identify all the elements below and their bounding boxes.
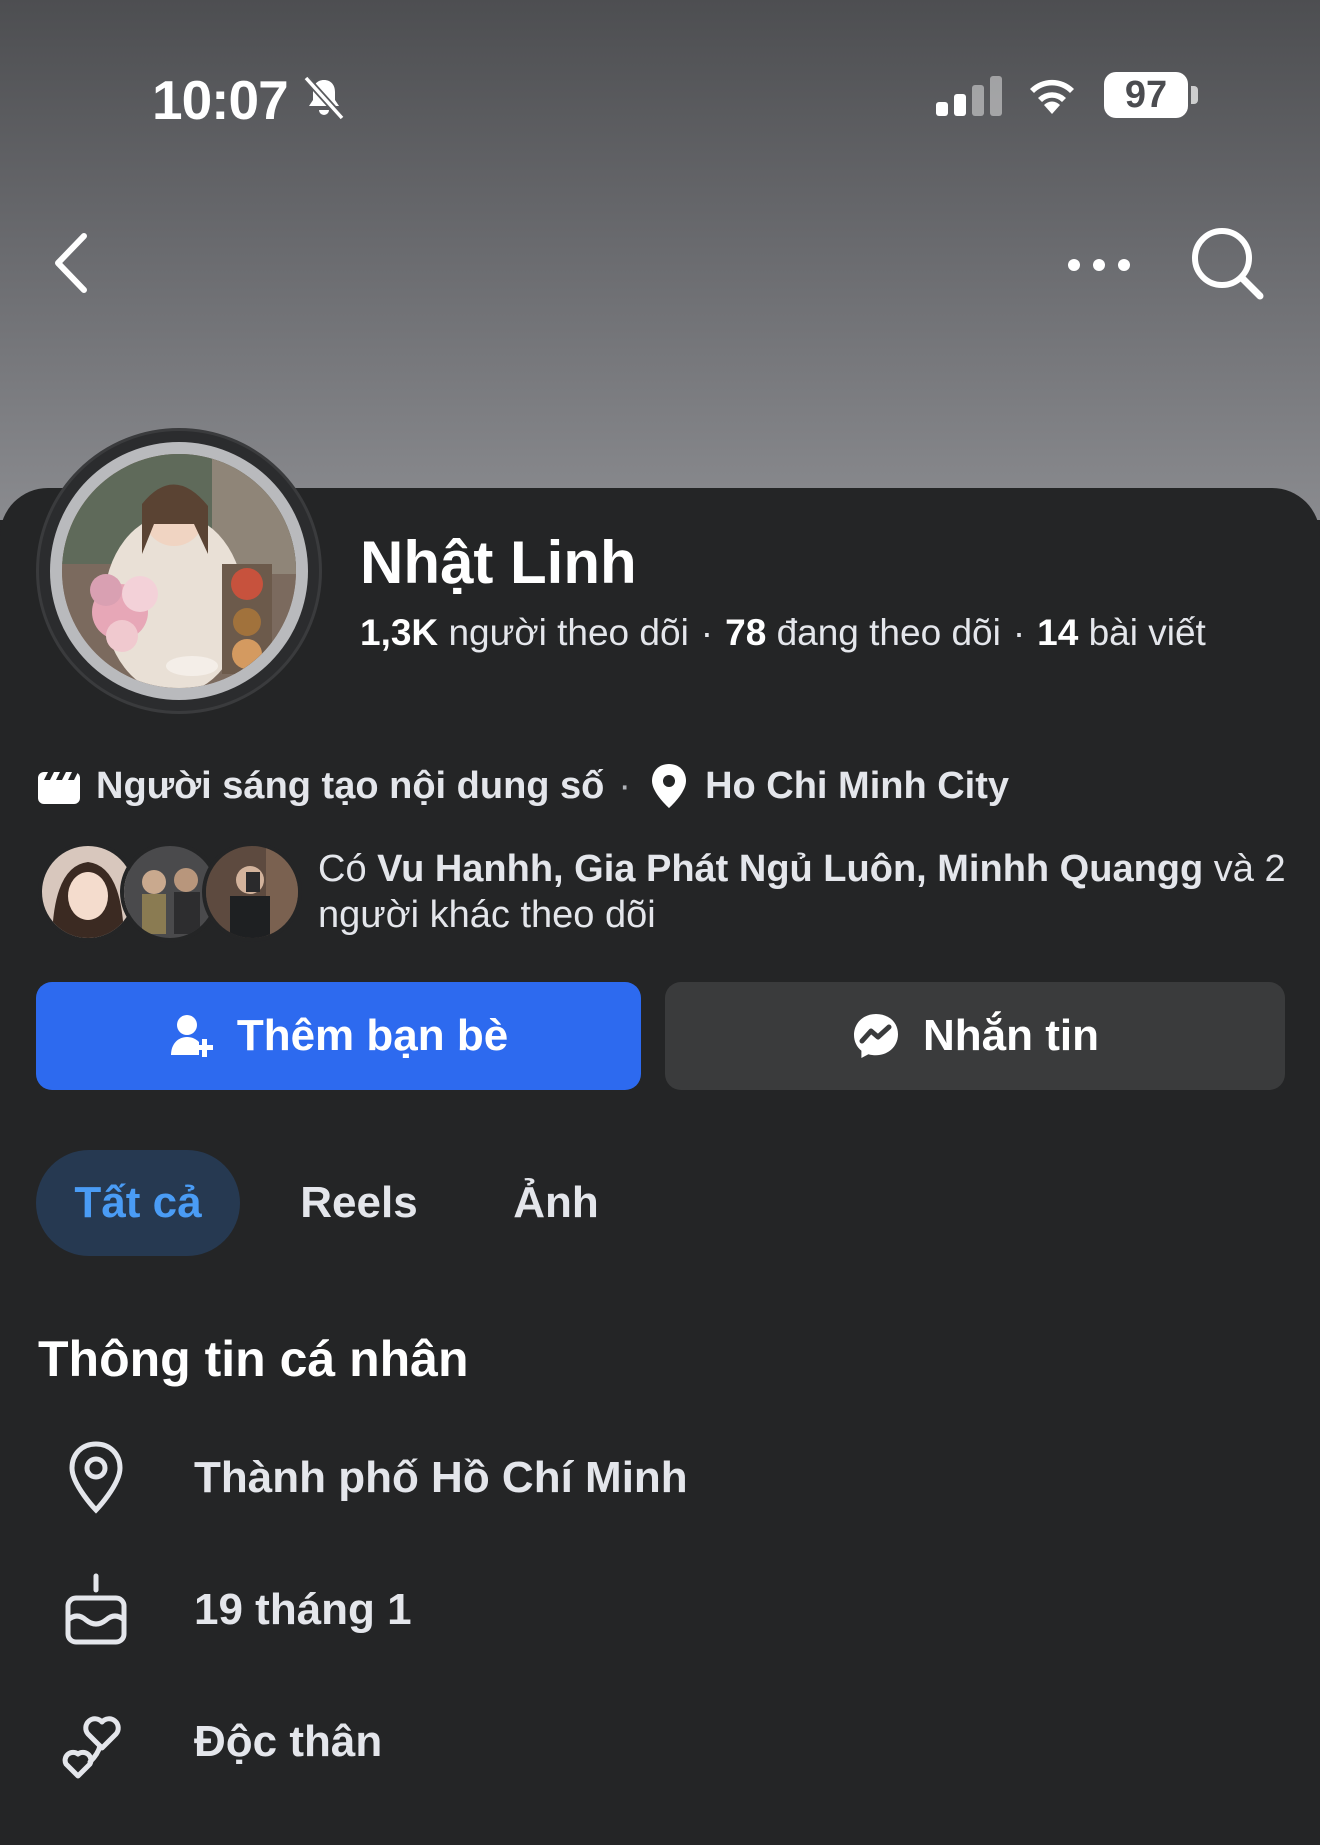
stats-separator: ·	[1012, 612, 1026, 653]
posts-count: 14	[1037, 612, 1079, 653]
info-relationship-text: Độc thân	[194, 1717, 383, 1766]
category-label: Người sáng tạo nội dung số	[96, 764, 605, 807]
bell-muted-icon	[303, 75, 345, 121]
profile-stats: 1,3K người theo dõi · 78 đang theo dõi · 14 …	[360, 612, 1206, 654]
followers-count: 1,3K	[360, 612, 439, 653]
status-time: 10:07	[152, 69, 289, 131]
profile-screen: 10:07 97 Nhật Linh 1,3K người theo dõi ·…	[0, 0, 1320, 1845]
search-icon[interactable]	[1188, 224, 1266, 302]
location-label[interactable]: Ho Chi Minh City	[705, 765, 1009, 808]
mutual-prefix: Có	[318, 848, 367, 890]
posts-label: bài viết	[1088, 612, 1206, 653]
mutual-followers-avatars[interactable]	[38, 842, 308, 942]
battery-tip	[1191, 86, 1198, 104]
followers-stat[interactable]: 1,3K người theo dõi	[360, 612, 689, 653]
wifi-icon	[1030, 79, 1074, 114]
following-count: 78	[725, 612, 767, 653]
following-label: đang theo dõi	[776, 612, 1001, 653]
mutual-conjunction: và	[1213, 848, 1254, 890]
tab-reels[interactable]: Reels	[286, 1150, 432, 1256]
stats-separator: ·	[700, 612, 714, 653]
profile-avatar[interactable]	[62, 454, 296, 688]
following-stat[interactable]: 78 đang theo dõi	[725, 612, 1001, 653]
tab-all[interactable]: Tất cả	[36, 1150, 240, 1256]
posts-stat[interactable]: 14 bài viết	[1037, 612, 1206, 653]
messenger-icon	[854, 1014, 898, 1058]
message-button[interactable]: Nhắn tin	[665, 982, 1285, 1090]
location-pin-icon	[652, 764, 687, 808]
info-row-birthday: 19 tháng 1	[0, 1570, 1320, 1650]
more-options-icon[interactable]	[1064, 250, 1134, 280]
cellular-signal-icon	[936, 76, 1002, 116]
add-friend-button[interactable]: Thêm bạn bè	[36, 982, 641, 1090]
back-chevron-icon[interactable]	[46, 228, 96, 298]
tab-photos[interactable]: Ảnh	[500, 1150, 612, 1256]
mutual-followers-text[interactable]: Có Vu Hanhh, Gia Phát Ngủ Luôn, Minhh Qu…	[318, 846, 1308, 938]
followers-label: người theo dõi	[448, 612, 689, 653]
info-row-location: Thành phố Hồ Chí Minh	[0, 1438, 1320, 1518]
add-friend-label: Thêm bạn bè	[236, 1011, 509, 1060]
add-friend-icon	[170, 1015, 213, 1057]
info-birthday-text: 19 tháng 1	[194, 1585, 412, 1634]
personal-info-title: Thông tin cá nhân	[38, 1331, 469, 1387]
relationship-hearts-icon	[62, 1716, 121, 1779]
meta-separator: ·	[618, 764, 632, 807]
clapperboard-icon	[38, 772, 80, 804]
info-row-relationship: Độc thân	[0, 1702, 1320, 1782]
profile-meta-row: Người sáng tạo nội dung số · Ho Chi Minh…	[36, 758, 1009, 814]
location-pin-icon	[69, 1441, 123, 1514]
birthday-cake-icon	[65, 1573, 127, 1645]
mutual-avatar	[202, 842, 302, 942]
mutual-names: Vu Hanhh, Gia Phát Ngủ Luôn, Minhh Quang…	[377, 848, 1204, 890]
battery-indicator: 97	[1104, 72, 1188, 118]
info-location-text: Thành phố Hồ Chí Minh	[194, 1453, 688, 1502]
message-label: Nhắn tin	[923, 1011, 1099, 1060]
profile-name: Nhật Linh	[360, 529, 637, 596]
